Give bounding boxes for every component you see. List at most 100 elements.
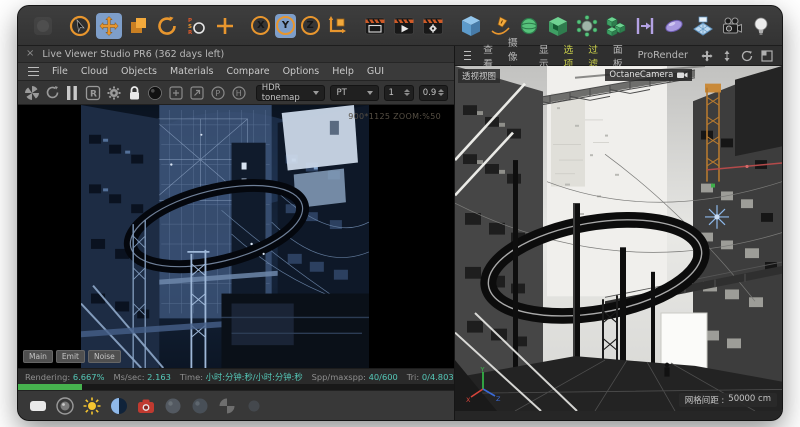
vp-menu-prorender[interactable]: ProRender (638, 50, 688, 61)
status-spp: Spp/maxspp: 40/600 (312, 372, 398, 382)
live-viewer-title: Live Viewer Studio PR6 (362 days left) (42, 49, 224, 60)
rotate-tool[interactable] (154, 13, 180, 39)
refresh-icon[interactable] (45, 84, 60, 102)
viewer-bottom-toolbar (18, 390, 454, 420)
camera-object[interactable] (719, 13, 745, 39)
screenshot-root: PSR X Y Z (0, 0, 800, 427)
scale-tool[interactable] (125, 13, 151, 39)
coordinate-system[interactable] (324, 13, 350, 39)
kernel-dropdown[interactable]: PT (330, 85, 379, 101)
y-axis-lock[interactable]: Y (275, 14, 297, 38)
field-object[interactable] (574, 13, 600, 39)
viewport-scene (455, 66, 782, 411)
settings-gear-icon[interactable] (106, 84, 122, 102)
pan-view-icon[interactable] (700, 49, 713, 62)
tonemap-dropdown[interactable]: HDR tonemap (256, 85, 326, 101)
sphere-b-icon[interactable] (190, 396, 210, 416)
pick-material-icon[interactable]: H (231, 84, 247, 102)
samples-field[interactable]: 1 (384, 85, 413, 101)
floor-object[interactable] (690, 13, 716, 39)
render-picture-viewer[interactable] (391, 13, 417, 39)
z-axis-lock[interactable]: Z (299, 14, 321, 38)
svg-text:R: R (90, 89, 97, 99)
menu-file[interactable]: File (52, 66, 68, 77)
render-status-bar: Rendering: 6.667% Ms/sec: 2.163 Time: 小时… (18, 368, 454, 384)
pass-noise-button[interactable]: Noise (88, 350, 121, 363)
render-region-icon[interactable] (28, 396, 48, 416)
material-picker-icon[interactable] (55, 396, 75, 416)
viewport-canvas[interactable]: 透视视图 OctaneCamera 网格间距 :50000 cm Y X Z (455, 66, 782, 411)
psr-tool[interactable]: PSR (183, 13, 209, 39)
active-camera-label[interactable]: OctaneCamera (605, 69, 692, 81)
menu-cloud[interactable]: Cloud (81, 66, 108, 77)
save-image-icon[interactable] (168, 84, 184, 102)
rotate-view-icon[interactable] (740, 49, 753, 62)
checker-sphere-icon[interactable] (217, 396, 237, 416)
status-time: Time: 小时:分钟:秒/小时:分钟:秒 (180, 371, 303, 383)
exposure-field[interactable]: 0.9 (419, 85, 448, 101)
view-name-label[interactable]: 透视视图 (458, 69, 500, 83)
pick-focus-icon[interactable]: P (210, 84, 226, 102)
viewport-panel: 查看 摄像机 显示 选项 过滤 面板 ProRender (455, 46, 782, 420)
chevron-down-icon (367, 91, 373, 95)
app-icon-dim (30, 13, 56, 39)
cloner-object[interactable] (603, 13, 629, 39)
svg-text:Z: Z (496, 395, 501, 403)
menu-materials[interactable]: Materials (170, 66, 214, 77)
status-rendering: Rendering: 6.667% (25, 372, 104, 382)
stepper-icon[interactable] (438, 89, 444, 97)
diffuse-mode-icon[interactable] (109, 396, 129, 416)
spline-object[interactable] (661, 13, 687, 39)
restart-render-icon[interactable]: R (85, 84, 101, 102)
render-settings[interactable] (420, 13, 446, 39)
light-object[interactable] (748, 13, 774, 39)
chevron-down-icon (313, 91, 319, 95)
x-axis-lock[interactable]: X (250, 14, 272, 38)
octane-logo-icon[interactable] (24, 84, 40, 102)
dolly-view-icon[interactable] (720, 49, 733, 62)
live-selection-tool[interactable] (67, 13, 93, 39)
move-tool[interactable] (96, 13, 122, 39)
close-icon[interactable]: × (26, 49, 34, 59)
render-pass-buttons: Main Emit Noise (23, 350, 121, 363)
render-canvas[interactable]: 900*1125 ZOOM:%50 Main Emit Noise (18, 105, 454, 368)
menu-help[interactable]: Help (332, 66, 354, 77)
pass-main-button[interactable]: Main (23, 350, 53, 363)
camera-render-icon[interactable] (136, 396, 156, 416)
svg-text:X: X (466, 396, 471, 403)
lock-resolution-icon[interactable] (127, 84, 142, 102)
resolution-zoom-overlay: 900*1125 ZOOM:%50 (348, 112, 441, 121)
svg-text:R: R (188, 30, 193, 36)
toggle-view-icon[interactable] (760, 49, 773, 62)
status-mssec: Ms/sec: 2.163 (113, 372, 170, 382)
export-image-icon[interactable] (189, 84, 205, 102)
axis-gizmo-icon: Y X Z (465, 365, 501, 403)
menu-options[interactable]: Options (283, 66, 320, 77)
live-viewer-window: × Live Viewer Studio PR6 (362 days left)… (18, 46, 455, 420)
svg-text:H: H (236, 89, 242, 98)
pause-icon[interactable] (65, 84, 80, 102)
menu-icon[interactable] (28, 67, 39, 76)
menu-icon[interactable] (464, 51, 471, 60)
camera-icon (677, 71, 688, 79)
sun-light-icon[interactable] (82, 396, 102, 416)
render-view[interactable] (362, 13, 388, 39)
axis-plus-tool[interactable] (212, 13, 238, 39)
add-cube[interactable] (458, 13, 484, 39)
material-ball-icon[interactable] (147, 84, 163, 102)
status-tri: Tri: 0/4.803m (407, 372, 454, 382)
deformer-object[interactable] (632, 13, 658, 39)
small-sphere-icon[interactable] (244, 396, 264, 416)
svg-text:P: P (215, 89, 220, 98)
sphere-a-icon[interactable] (163, 396, 183, 416)
menu-objects[interactable]: Objects (121, 66, 157, 77)
viewport-nav-controls (700, 49, 773, 62)
svg-text:Y: Y (480, 366, 485, 374)
stepper-icon[interactable] (404, 89, 410, 97)
live-viewer-titlebar[interactable]: × Live Viewer Studio PR6 (362 days left) (18, 46, 454, 63)
menu-gui[interactable]: GUI (367, 66, 384, 77)
viewport-menubar: 查看 摄像机 显示 选项 过滤 面板 ProRender (455, 46, 782, 66)
pass-emit-button[interactable]: Emit (56, 350, 85, 363)
menu-compare[interactable]: Compare (226, 66, 269, 77)
modeling-object[interactable] (545, 13, 571, 39)
